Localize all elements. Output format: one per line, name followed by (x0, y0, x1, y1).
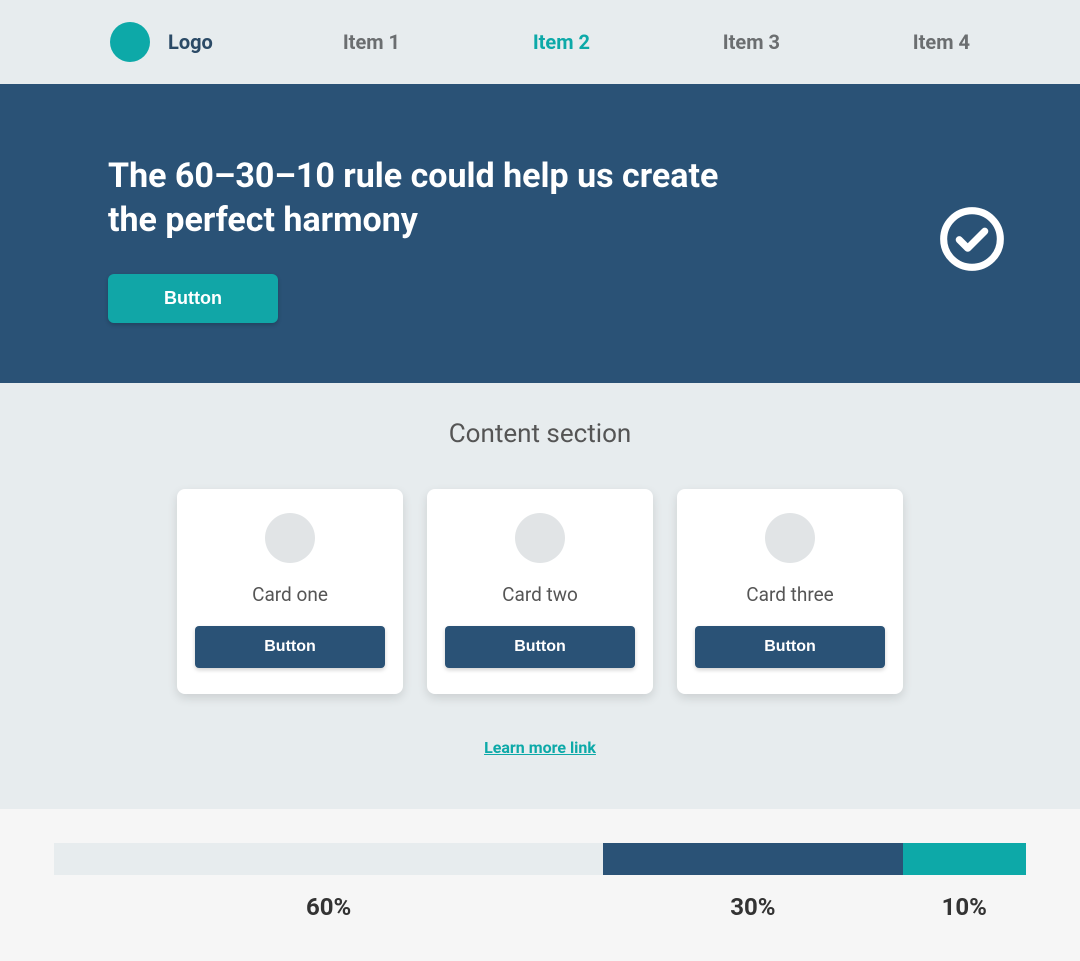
ratio-section: 60% 30% 10% (0, 809, 1080, 961)
card: Card one Button (177, 489, 403, 694)
content-section: Content section Card one Button Card two… (0, 383, 1080, 809)
learn-more-link[interactable]: Learn more link (484, 738, 596, 757)
card-title: Card one (195, 583, 385, 606)
ratio-label-10: 10% (903, 893, 1026, 921)
hero: The 60–30–10 rule could help us create t… (0, 84, 1080, 383)
logo-icon (110, 22, 150, 62)
ratio-labels: 60% 30% 10% (54, 893, 1026, 921)
check-circle-icon (938, 205, 1006, 273)
hero-button[interactable]: Button (108, 274, 278, 323)
top-nav: Logo Item 1 Item 2 Item 3 Item 4 (0, 0, 1080, 84)
hero-title: The 60–30–10 rule could help us create t… (108, 154, 748, 242)
card: Card two Button (427, 489, 653, 694)
ratio-segment-10 (903, 843, 1026, 875)
nav-item-1[interactable]: Item 1 (343, 30, 400, 54)
ratio-label-60: 60% (54, 893, 603, 921)
card-button[interactable]: Button (445, 626, 635, 668)
ratio-segment-30 (603, 843, 902, 875)
avatar-icon (515, 513, 565, 563)
nav-items: Item 1 Item 2 Item 3 Item 4 (343, 30, 970, 54)
logo[interactable]: Logo (110, 22, 213, 62)
nav-item-2[interactable]: Item 2 (533, 30, 590, 54)
logo-label: Logo (168, 30, 213, 54)
card: Card three Button (677, 489, 903, 694)
card-button[interactable]: Button (695, 626, 885, 668)
ratio-segment-60 (54, 843, 603, 875)
ratio-bar (54, 843, 1026, 875)
card-title: Card three (695, 583, 885, 606)
content-section-title: Content section (0, 419, 1080, 449)
nav-item-3[interactable]: Item 3 (723, 30, 780, 54)
card-list: Card one Button Card two Button Card thr… (0, 489, 1080, 694)
card-button[interactable]: Button (195, 626, 385, 668)
card-title: Card two (445, 583, 635, 606)
avatar-icon (765, 513, 815, 563)
hero-content: The 60–30–10 rule could help us create t… (108, 154, 748, 323)
nav-item-4[interactable]: Item 4 (913, 30, 970, 54)
avatar-icon (265, 513, 315, 563)
ratio-label-30: 30% (603, 893, 902, 921)
